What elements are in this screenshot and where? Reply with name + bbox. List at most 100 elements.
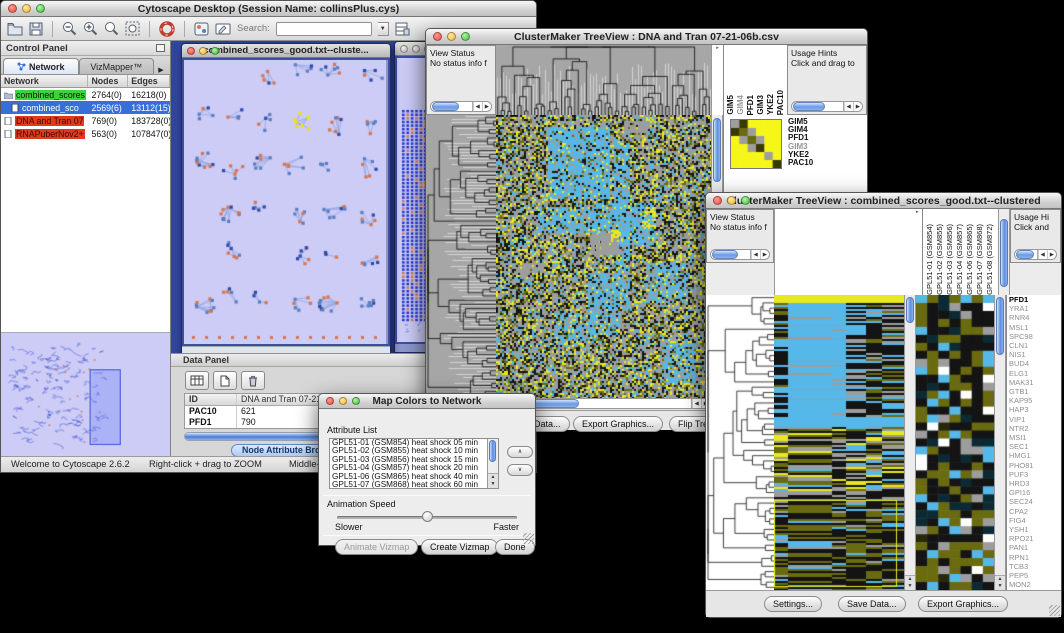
gene-label[interactable]: ELG1: [1009, 369, 1061, 378]
column-dendrogram-empty[interactable]: [774, 209, 916, 295]
column-label[interactable]: GIM4: [736, 95, 746, 115]
minimize-button[interactable]: [199, 47, 207, 55]
gene-label[interactable]: MON2: [1009, 580, 1061, 589]
row-dendrogram[interactable]: [426, 115, 496, 398]
usage-hints-scrollbar[interactable]: ◀▶: [1014, 249, 1057, 260]
close-button[interactable]: [8, 4, 17, 13]
gene-label[interactable]: RNR4: [1009, 313, 1061, 322]
gene-label[interactable]: VIP1: [1009, 415, 1061, 424]
attribute-item[interactable]: GPL51-07 (GSM868) heat shock 60 min: [330, 481, 498, 489]
save-data-button[interactable]: Save Data...: [838, 596, 906, 612]
gene-label[interactable]: PHO81: [1009, 461, 1061, 470]
heatmap-zoom-view[interactable]: [916, 295, 994, 590]
column-label[interactable]: GPL51-06 (GSM865): [965, 224, 975, 295]
gene-label[interactable]: CPA2: [1009, 507, 1061, 516]
create-vizmap-button[interactable]: Create Vizmap: [421, 539, 498, 555]
gene-label[interactable]: RPN1: [1009, 553, 1061, 562]
gene-label[interactable]: PFD1: [1009, 295, 1061, 304]
save-session-button[interactable]: [29, 22, 43, 36]
gene-label[interactable]: YRA1: [1009, 304, 1061, 313]
zoom-in-button[interactable]: [83, 21, 98, 36]
zoom-button[interactable]: [211, 47, 219, 55]
gene-label[interactable]: KAP95: [1009, 396, 1061, 405]
gene-label[interactable]: HAP3: [1009, 405, 1061, 414]
tab-network[interactable]: Network: [3, 58, 79, 74]
open-session-button[interactable]: [7, 22, 23, 36]
animation-speed-slider[interactable]: [337, 516, 517, 519]
delete-attribute-trash-button[interactable]: [241, 371, 265, 390]
column-label[interactable]: PAC10: [776, 90, 786, 115]
main-titlebar[interactable]: Cytoscape Desktop (Session Name: collins…: [1, 1, 536, 17]
gene-label[interactable]: NTR2: [1009, 424, 1061, 433]
close-button[interactable]: [187, 47, 195, 55]
new-attribute-button[interactable]: [213, 371, 237, 390]
gene-label[interactable]: GPI16: [1009, 488, 1061, 497]
column-label[interactable]: PFD1: [746, 95, 756, 115]
frame1-hscrollbar[interactable]: [182, 346, 390, 353]
column-label[interactable]: YKE2: [766, 94, 776, 115]
column-dendrogram[interactable]: [496, 45, 711, 115]
gene-label[interactable]: MSL1: [1009, 323, 1061, 332]
heatmap-global-view[interactable]: [496, 115, 711, 398]
treeview2-titlebar[interactable]: ClusterMaker TreeView : combined_scores_…: [706, 193, 1061, 209]
tab-overflow-arrow[interactable]: ▶: [154, 66, 168, 74]
gene-label[interactable]: HMG1: [1009, 451, 1061, 460]
gene-label[interactable]: NIS1: [1009, 350, 1061, 359]
network-view-canvas[interactable]: [184, 60, 386, 344]
zoom-out-button[interactable]: [62, 21, 77, 36]
minimize-button[interactable]: [339, 397, 347, 405]
column-label[interactable]: GIM3: [756, 95, 766, 115]
gene-label[interactable]: SEC1: [1009, 442, 1061, 451]
minimize-button[interactable]: [412, 45, 420, 53]
search-dropdown-arrow[interactable]: ▼: [378, 22, 389, 36]
column-label[interactable]: GPL51-08 (GSM872): [985, 224, 995, 295]
zoom-button[interactable]: [741, 196, 750, 205]
slider-thumb[interactable]: [422, 511, 433, 522]
zoom-fit-button[interactable]: [125, 21, 140, 36]
float-panel-icon[interactable]: [156, 44, 165, 52]
gene-label[interactable]: SEC24: [1009, 497, 1061, 506]
view-status-scrollbar[interactable]: ◀▶: [710, 249, 770, 260]
zoom-heatmap[interactable]: [730, 119, 782, 169]
gene-label[interactable]: RPO21: [1009, 534, 1061, 543]
minimize-button[interactable]: [447, 32, 456, 41]
zoom-button[interactable]: [352, 397, 360, 405]
export-graphics-button[interactable]: Export Graphics...: [573, 416, 663, 432]
tab-vizmapper[interactable]: VizMapper™: [79, 58, 155, 74]
column-label[interactable]: GPL51-04 (GSM857): [955, 224, 965, 295]
close-button[interactable]: [713, 196, 722, 205]
resize-grip[interactable]: [1049, 605, 1060, 616]
network-row-selected[interactable]: combined_sco 2569(6) 13112(15): [1, 101, 170, 114]
move-up-button[interactable]: ∧: [507, 446, 533, 458]
search-input[interactable]: [276, 22, 372, 36]
help-lifering-icon[interactable]: [159, 21, 175, 37]
gene-label[interactable]: GTB1: [1009, 387, 1061, 396]
usage-hints-scrollbar[interactable]: ◀▶: [791, 101, 863, 112]
network-row[interactable]: RNAPuberNov2+ 563(0) 107847(0): [1, 127, 170, 140]
settings-button[interactable]: Settings...: [764, 596, 822, 612]
column-label[interactable]: GPL51-07 (GSM868): [975, 224, 985, 295]
minimize-button[interactable]: [22, 4, 31, 13]
dialog-titlebar[interactable]: Map Colors to Network: [319, 394, 535, 409]
gene-label[interactable]: SPC98: [1009, 332, 1061, 341]
column-labels-vscrollbar[interactable]: [998, 209, 1010, 295]
move-down-button[interactable]: ∨: [507, 464, 533, 476]
export-graphics-button[interactable]: Export Graphics...: [918, 596, 1008, 612]
column-label[interactable]: GPL51-01 (GSM854): [925, 224, 935, 295]
zoom-button[interactable]: [36, 4, 45, 13]
attribute-list-scrollbar[interactable]: ▲▼: [487, 439, 498, 488]
close-button[interactable]: [433, 32, 442, 41]
zoom-button[interactable]: [461, 32, 470, 41]
heatmap-global-view[interactable]: [774, 295, 904, 590]
zoom-vscrollbar[interactable]: ▲▼: [994, 295, 1006, 590]
gene-label[interactable]: FIG4: [1009, 516, 1061, 525]
treeview1-titlebar[interactable]: ClusterMaker TreeView : DNA and Tran 07-…: [426, 29, 867, 45]
gene-label[interactable]: HRD3: [1009, 479, 1061, 488]
row-label[interactable]: PAC10: [788, 159, 813, 167]
gene-label[interactable]: BUD4: [1009, 359, 1061, 368]
network-row[interactable]: DNA and Tran 07 769(0) 183728(0): [1, 114, 170, 127]
gene-label[interactable]: PAN1: [1009, 543, 1061, 552]
select-attributes-button[interactable]: [185, 371, 209, 390]
gene-label[interactable]: MSI1: [1009, 433, 1061, 442]
frame1-titlebar[interactable]: combined_scores_good.txt--cluste...: [182, 44, 390, 58]
